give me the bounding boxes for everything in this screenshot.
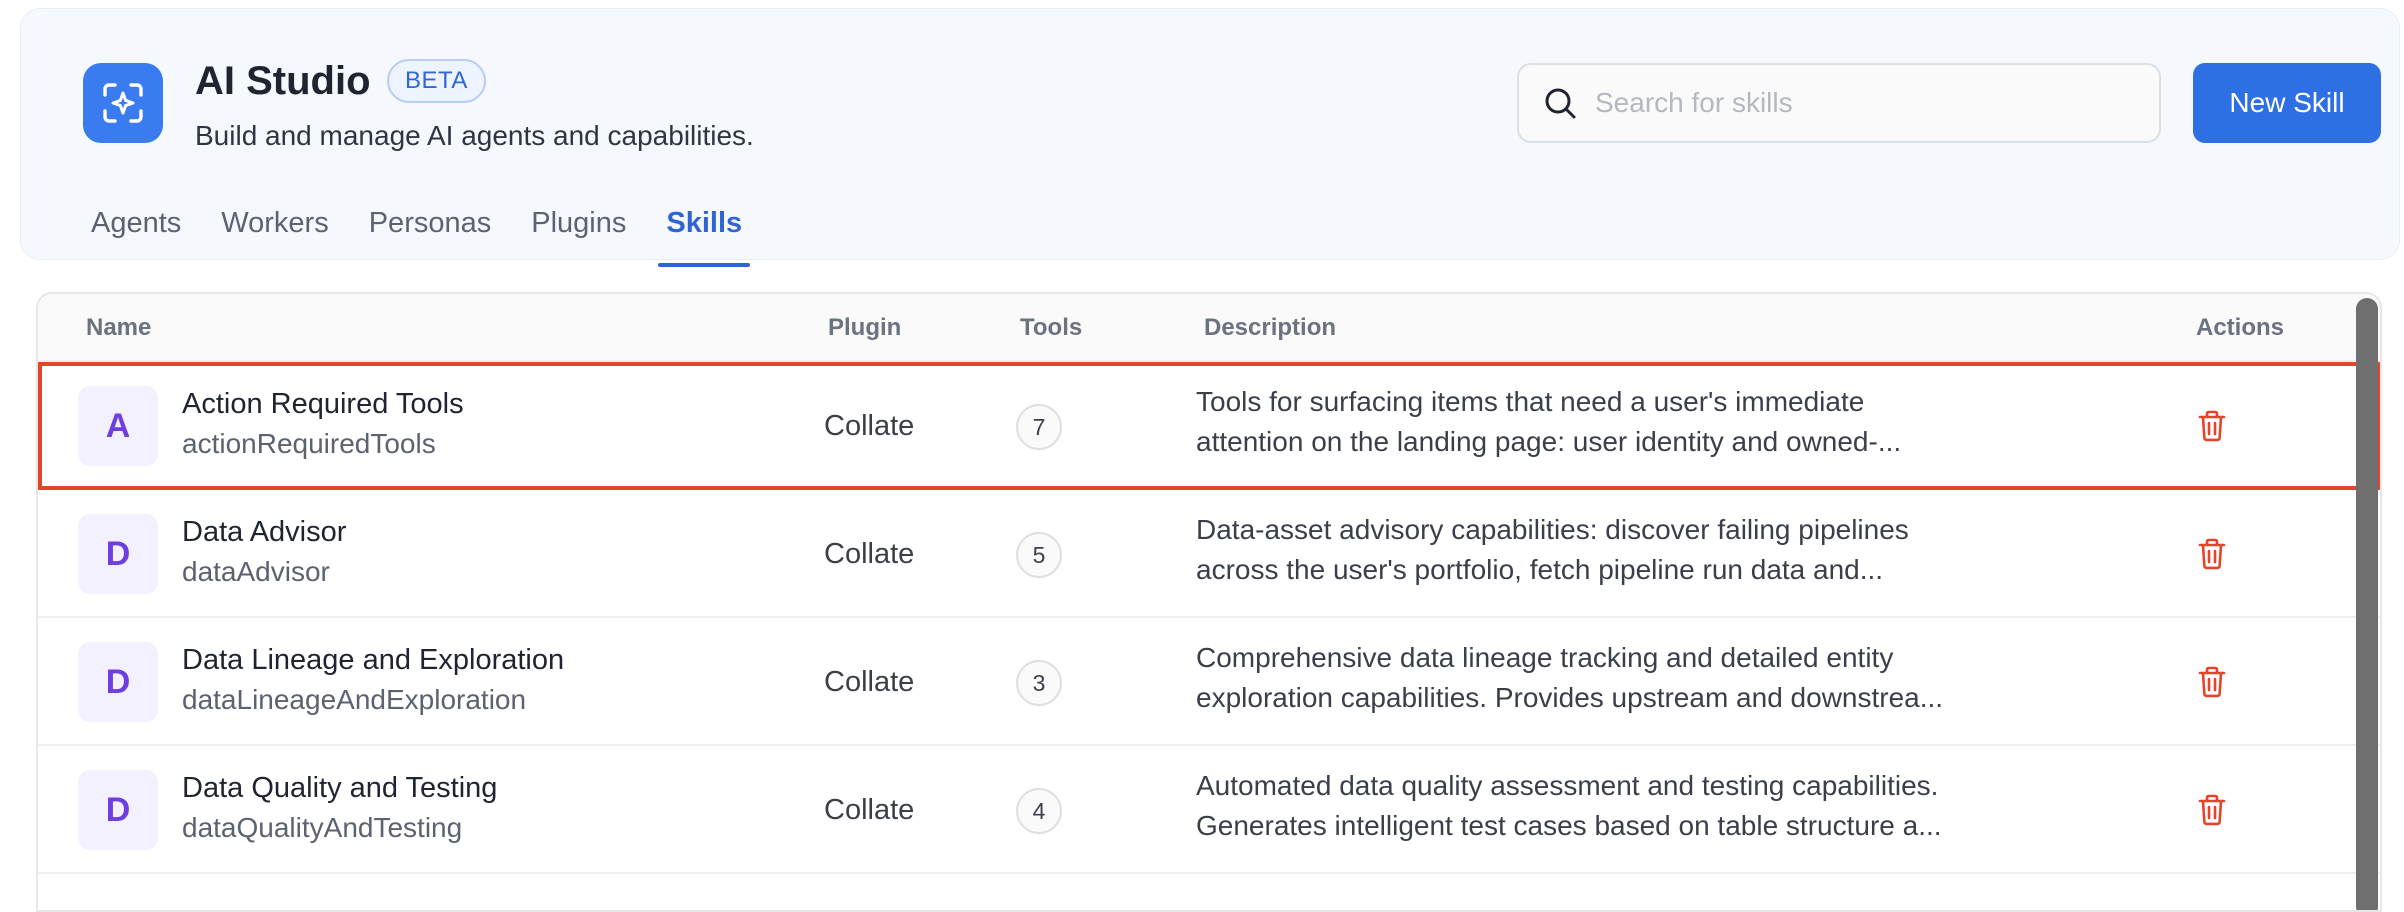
search-box[interactable] — [1517, 63, 2161, 143]
skill-name[interactable]: Action Required Tools — [182, 386, 464, 422]
skill-plugin: Collate — [824, 410, 915, 442]
description-line: attention on the landing page: user iden… — [1196, 426, 1902, 457]
trash-icon — [2198, 410, 2226, 442]
page-title: AI Studio — [195, 59, 371, 103]
table-row[interactable]: D Data Lineage and Exploration dataLinea… — [38, 618, 2380, 746]
tab-personas[interactable]: Personas — [369, 201, 492, 267]
header-card: AI Studio BETA Build and manage AI agent… — [20, 8, 2400, 267]
tools-count-badge: 3 — [1016, 660, 1062, 706]
description-line: Comprehensive data lineage tracking and … — [1196, 642, 1894, 673]
delete-skill-button[interactable] — [2192, 790, 2232, 830]
trash-icon — [2198, 666, 2226, 698]
table-row[interactable]: A Action Required Tools actionRequiredTo… — [38, 362, 2380, 490]
description-line: Tools for surfacing items that need a us… — [1196, 386, 1865, 417]
column-header-description[interactable]: Description — [1204, 294, 1336, 362]
skill-id: dataLineageAndExploration — [182, 684, 527, 715]
tab-agents[interactable]: Agents — [91, 201, 181, 267]
skills-table: Name Plugin Tools Description Actions A … — [36, 292, 2382, 912]
skill-avatar: D — [78, 770, 158, 850]
trash-icon — [2198, 538, 2226, 570]
delete-skill-button[interactable] — [2192, 662, 2232, 702]
column-header-name[interactable]: Name — [86, 294, 151, 362]
search-input[interactable] — [1595, 87, 2155, 119]
table-header: Name Plugin Tools Description Actions — [38, 294, 2380, 362]
skill-name[interactable]: Data Advisor — [182, 514, 346, 550]
skill-id: dataQualityAndTesting — [182, 812, 463, 843]
table-row[interactable]: D Data Advisor dataAdvisor Collate 5 Dat… — [38, 490, 2380, 618]
beta-badge: BETA — [387, 59, 486, 103]
skill-id: dataAdvisor — [182, 556, 330, 587]
skill-avatar: A — [78, 386, 158, 466]
tab-skills[interactable]: Skills — [658, 201, 750, 267]
tab-plugins[interactable]: Plugins — [531, 201, 626, 267]
search-icon — [1545, 88, 1576, 119]
skill-name[interactable]: Data Quality and Testing — [182, 770, 497, 806]
delete-skill-button[interactable] — [2192, 406, 2232, 446]
tools-count-badge: 5 — [1016, 532, 1062, 578]
ai-sparkle-icon — [103, 83, 143, 123]
skill-description: Data-asset advisory capabilities: discov… — [1196, 510, 1996, 590]
skill-plugin: Collate — [824, 794, 915, 826]
page-subtitle: Build and manage AI agents and capabilit… — [195, 120, 754, 151]
tab-bar: Agents Workers Personas Plugins Skills — [91, 201, 782, 267]
skill-plugin: Collate — [824, 538, 915, 570]
skill-id: actionRequiredTools — [182, 428, 436, 459]
skill-name[interactable]: Data Lineage and Exploration — [182, 642, 564, 678]
column-header-plugin[interactable]: Plugin — [828, 294, 901, 362]
description-line: Data-asset advisory capabilities: discov… — [1196, 514, 1909, 545]
new-skill-button[interactable]: New Skill — [2193, 63, 2381, 143]
column-header-actions: Actions — [2196, 314, 2285, 341]
scrollbar-thumb[interactable] — [2356, 298, 2378, 910]
description-line: exploration capabilities. Provides upstr… — [1196, 682, 1944, 713]
delete-skill-button[interactable] — [2192, 534, 2232, 574]
skill-description: Comprehensive data lineage tracking and … — [1196, 638, 1996, 718]
app-logo — [83, 63, 163, 143]
skill-avatar: D — [78, 642, 158, 722]
tools-count-badge: 7 — [1016, 404, 1062, 450]
skill-avatar: D — [78, 514, 158, 594]
tab-workers[interactable]: Workers — [221, 201, 328, 267]
table-row[interactable]: D Data Quality and Testing dataQualityAn… — [38, 746, 2380, 874]
description-line: Generates intelligent test cases based o… — [1196, 810, 1942, 841]
tools-count-badge: 4 — [1016, 788, 1062, 834]
skill-description: Automated data quality assessment and te… — [1196, 766, 1996, 846]
column-header-tools[interactable]: Tools — [1020, 294, 1082, 362]
trash-icon — [2198, 794, 2226, 826]
description-line: across the user's portfolio, fetch pipel… — [1196, 554, 1884, 585]
skill-plugin: Collate — [824, 666, 915, 698]
table-scrollbar[interactable] — [2356, 298, 2378, 910]
table-body: A Action Required Tools actionRequiredTo… — [38, 362, 2380, 874]
skill-description: Tools for surfacing items that need a us… — [1196, 382, 1996, 462]
description-line: Automated data quality assessment and te… — [1196, 770, 1939, 801]
